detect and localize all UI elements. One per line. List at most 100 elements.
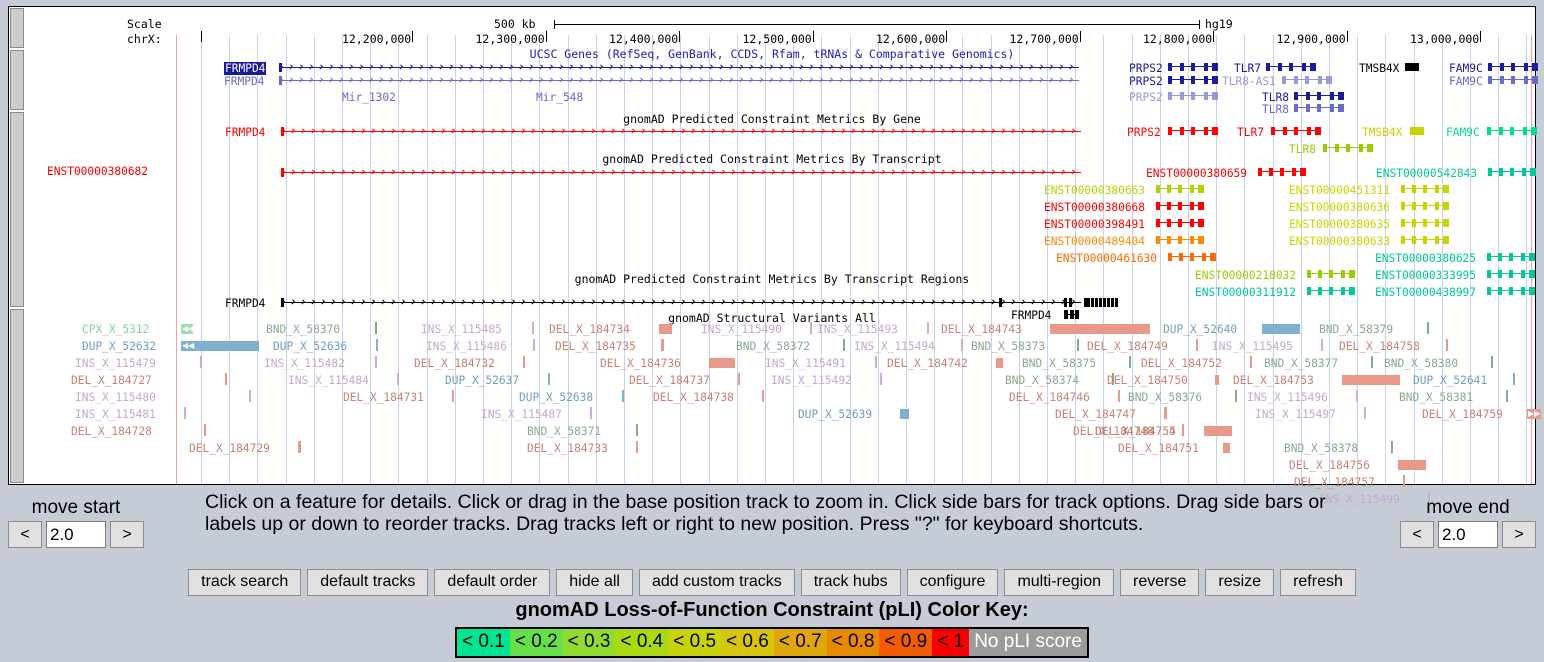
sv-label-del_x_184755[interactable]: DEL_X_184755 [1095,425,1176,438]
sv-glyph-del_x_184735[interactable] [661,339,664,351]
gene-glyph-FAM9C[interactable] [1488,63,1534,71]
sv-glyph-dup_x_52638[interactable] [622,390,624,402]
gene-label-tlr8-as1[interactable]: TLR8-AS1 [1222,75,1276,88]
sv-glyph-bnd_x_58371[interactable] [636,424,638,436]
gene-glyph-PRPS2[interactable] [1168,63,1214,71]
sv-label-bnd_x_58378[interactable]: BND_X_58378 [1284,442,1358,455]
sv-glyph-del_x_184747[interactable] [1164,407,1167,419]
transcript-glyph-ENST00000380663[interactable] [1156,185,1200,193]
transcript-label-enst00000380636[interactable]: ENST00000380636 [1289,201,1390,214]
region-label-frmpd4-1[interactable]: FRMPD4 [1011,309,1051,322]
transcript-label-enst00000311912[interactable]: ENST00000311912 [1195,286,1296,299]
sv-label-ins_x_115480[interactable]: INS_X_115480 [75,391,156,404]
sv-glyph-del_x_184742[interactable] [996,358,1003,368]
sv-label-del_x_184759[interactable]: DEL_X_184759 [1422,408,1503,421]
sv-label-ins_x_115485[interactable]: INS_X_115485 [421,323,502,336]
track-side-bar-ruler[interactable] [10,8,24,48]
move-start-input[interactable] [46,521,106,548]
button-hide-all[interactable]: hide all [556,569,633,596]
sv-label-ins_x_115487[interactable]: INS_X_115487 [481,408,562,421]
gene-label-fam9c[interactable]: FAM9C [1449,75,1483,88]
sv-glyph-del_x_184736[interactable] [709,358,735,368]
transcript-glyph-ENST00000489404[interactable] [1156,236,1200,244]
sv-glyph-ins_x_115493[interactable] [927,322,929,334]
transcript-glyph-ENST00000380625[interactable] [1487,253,1531,261]
sv-label-bnd_x_58371[interactable]: BND_X_58371 [527,425,601,438]
sv-glyph-del_x_184755[interactable] [1204,426,1232,436]
gene-label-tlr8[interactable]: TLR8 [1262,103,1289,116]
sv-glyph-ins_x_115492[interactable] [880,373,882,385]
sv-glyph-del_x_184757[interactable] [1403,475,1405,487]
transcript-glyph-ENST00000438997[interactable] [1487,287,1531,295]
sv-label-dup_x_52641[interactable]: DUP_X_52641 [1413,374,1487,387]
button-add-custom-tracks[interactable]: add custom tracks [639,569,795,596]
sv-label-bnd_x_58375[interactable]: BND_X_58375 [1022,357,1096,370]
sv-label-del_x_184733[interactable]: DEL_X_184733 [527,442,608,455]
sv-label-del_x_184750[interactable]: DEL_X_184750 [1107,374,1188,387]
sv-label-ins_x_115495[interactable]: INS_X_115495 [1212,340,1293,353]
sv-glyph-ins_x_115485[interactable] [532,322,534,334]
sv-label-dup_x_52632[interactable]: DUP_X_52632 [82,340,156,353]
sv-label-del_x_184751[interactable]: DEL_X_184751 [1118,442,1199,455]
gene-glyph-PRPS2[interactable] [1168,76,1214,84]
sv-label-bnd_x_58376[interactable]: BND_X_58376 [1128,391,1202,404]
sv-glyph-bnd_x_58380[interactable] [1491,356,1493,368]
sv-label-del_x_184746[interactable]: DEL_X_184746 [1009,391,1090,404]
sv-glyph-ins_x_115496[interactable] [1356,390,1358,402]
sv-label-del_x_184752[interactable]: DEL_X_184752 [1141,357,1222,370]
transcript-glyph-ENST00000542843[interactable] [1488,168,1532,176]
sv-glyph-bnd_x_58372[interactable] [843,339,845,351]
sv-label-del_x_184738[interactable]: DEL_X_184738 [653,391,734,404]
sv-glyph-del_x_184738[interactable] [762,390,764,402]
button-track-search[interactable]: track search [188,569,301,596]
gene-label-prps2[interactable]: PRPS2 [1129,91,1163,104]
sv-label-dup_x_52637[interactable]: DUP_X_52637 [445,374,519,387]
sv-label-dup_x_52638[interactable]: DUP_X_52638 [519,391,593,404]
sv-glyph-del_x_184752[interactable] [1250,356,1252,368]
sv-label-bnd_x_58379[interactable]: BND_X_58379 [1319,323,1393,336]
sv-glyph-ins_x_115482[interactable] [375,356,377,368]
button-reverse[interactable]: reverse [1120,569,1199,596]
sv-glyph-bnd_x_58379[interactable] [1427,322,1429,334]
transcript-label-enst00000380668[interactable]: ENST00000380668 [1044,201,1145,214]
sv-label-ins_x_115490[interactable]: INS_X_115490 [701,323,782,336]
sv-label-del_x_184742[interactable]: DEL_X_184742 [887,357,968,370]
sv-glyph-del_x_184728[interactable] [204,424,206,436]
sv-label-del_x_184734[interactable]: DEL_X_184734 [549,323,630,336]
sv-label-del_x_184756[interactable]: DEL_X_184756 [1289,459,1370,472]
sv-glyph-del_x_184748[interactable] [1182,424,1184,436]
gnomad-glyph-FAM9C[interactable] [1487,127,1533,135]
sv-label-dup_x_52636[interactable]: DUP_X_52636 [273,340,347,353]
gnomad-gene-label-prps2[interactable]: PRPS2 [1127,126,1161,139]
transcript-label-enst00000380659[interactable]: ENST00000380659 [1146,167,1247,180]
sv-glyph-del_x_184753[interactable] [1342,375,1400,385]
sv-label-ins_x_115494[interactable]: INS_X_115494 [854,340,935,353]
sv-label-del_x_184753[interactable]: DEL_X_184753 [1233,374,1314,387]
gene-label-fam9c[interactable]: FAM9C [1449,62,1483,75]
transcript-label-enst00000461630[interactable]: ENST00000461630 [1056,252,1157,265]
sv-label-del_x_184735[interactable]: DEL_X_184735 [555,340,636,353]
gene-label-tmsb4x[interactable]: TMSB4X [1359,62,1399,75]
button-default-order[interactable]: default order [434,569,550,596]
sv-glyph-bnd_x_58373[interactable] [1077,339,1079,351]
sv-label-bnd_x_58372[interactable]: BND_X_58372 [736,340,810,353]
sv-glyph-del_x_184733[interactable] [636,441,638,453]
track-image-area[interactable]: Scale chrX: hg19 500 kb 12,200,00012,300… [8,6,1536,485]
sv-glyph-del_x_184734[interactable] [659,324,672,334]
gnomad-gene-label-fam9c[interactable]: FAM9C [1446,126,1480,139]
sv-glyph-dup_x_52637[interactable] [548,373,550,385]
sv-label-dup_x_52639[interactable]: DUP_X_52639 [798,408,872,421]
sv-label-del_x_184758[interactable]: DEL_X_184758 [1339,340,1420,353]
move-start-left-button[interactable]: < [8,521,42,548]
gnomad-gene-label-tlr7[interactable]: TLR7 [1237,126,1264,139]
sv-glyph-del_x_184751[interactable] [1223,443,1230,453]
transcript-label-enst00000451311[interactable]: ENST00000451311 [1289,184,1390,197]
sv-label-ins_x_115496[interactable]: INS_X_115496 [1247,391,1328,404]
sv-glyph-bnd_x_58378[interactable] [1391,441,1393,453]
move-start-right-button[interactable]: > [110,521,144,548]
transcript-label-enst00000380663[interactable]: ENST00000380663 [1044,184,1145,197]
transcript-glyph-ENST00000333995[interactable] [1487,270,1531,278]
sv-label-ins_x_115497[interactable]: INS_X_115497 [1255,408,1336,421]
sv-label-del_x_184731[interactable]: DEL_X_184731 [343,391,424,404]
button-resize[interactable]: resize [1205,569,1274,596]
